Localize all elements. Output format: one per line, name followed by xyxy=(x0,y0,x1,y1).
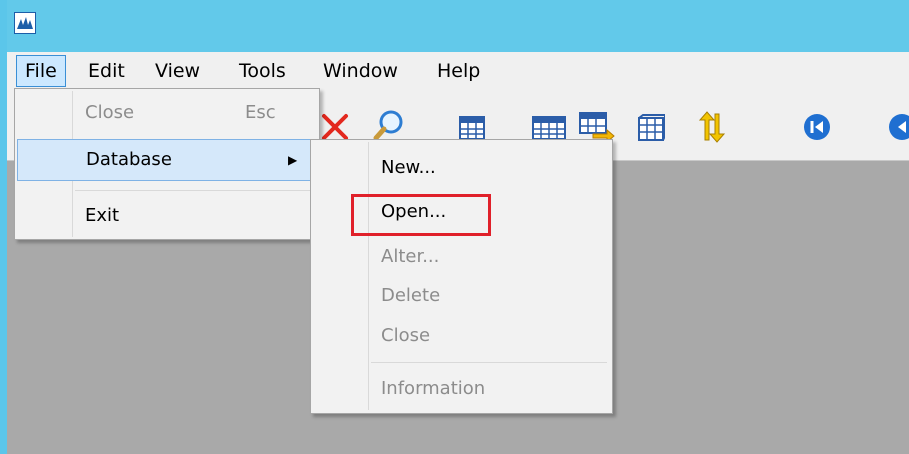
database-menu-information[interactable]: Information xyxy=(381,369,485,409)
submenu-arrow-icon: ▶ xyxy=(288,153,298,167)
window-border xyxy=(0,0,7,454)
swap-arrows-icon[interactable] xyxy=(695,110,729,144)
database-menu-new[interactable]: New... xyxy=(381,148,436,188)
first-record-icon[interactable] xyxy=(802,112,832,142)
database-menu-delete[interactable]: Delete xyxy=(381,276,440,316)
menu-edit[interactable]: Edit xyxy=(80,56,133,86)
menu-bar: File Edit View Tools Window Help xyxy=(7,52,909,90)
previous-record-icon[interactable] xyxy=(887,112,909,142)
file-menu-database-label: Database xyxy=(86,149,172,170)
table-icon[interactable] xyxy=(459,116,485,140)
menu-window[interactable]: Window xyxy=(315,56,406,86)
file-menu-close-label: Close xyxy=(85,102,135,123)
database-menu-close[interactable]: Close xyxy=(381,316,430,342)
menu-gutter xyxy=(368,142,369,410)
app-logo-icon xyxy=(14,12,36,34)
database-menu-alter[interactable]: Alter... xyxy=(381,237,439,277)
title-bar xyxy=(0,0,909,52)
menu-help[interactable]: Help xyxy=(429,56,488,86)
table-move-icon[interactable] xyxy=(579,112,615,142)
file-menu-close-shortcut: Esc xyxy=(245,102,276,123)
file-menu-close[interactable]: Close Esc xyxy=(17,93,317,133)
menu-view[interactable]: View xyxy=(147,56,208,86)
database-submenu: New... Open... Alter... Delete Close Inf… xyxy=(310,139,613,414)
highlight-box xyxy=(351,194,491,236)
file-menu-exit[interactable]: Exit xyxy=(17,196,317,236)
menu-tools[interactable]: Tools xyxy=(231,56,294,86)
file-menu-database[interactable]: Database ▶ xyxy=(17,139,317,181)
menu-separator xyxy=(371,362,607,363)
grid-icon[interactable] xyxy=(637,114,665,142)
file-menu-exit-label: Exit xyxy=(85,205,120,226)
menu-file[interactable]: File xyxy=(16,55,66,87)
file-menu-dropdown: Close Esc Database ▶ Exit xyxy=(14,88,320,240)
menu-separator xyxy=(75,190,315,191)
table-icon[interactable] xyxy=(532,116,566,140)
search-icon[interactable] xyxy=(372,108,406,142)
delete-x-icon[interactable] xyxy=(320,112,350,142)
